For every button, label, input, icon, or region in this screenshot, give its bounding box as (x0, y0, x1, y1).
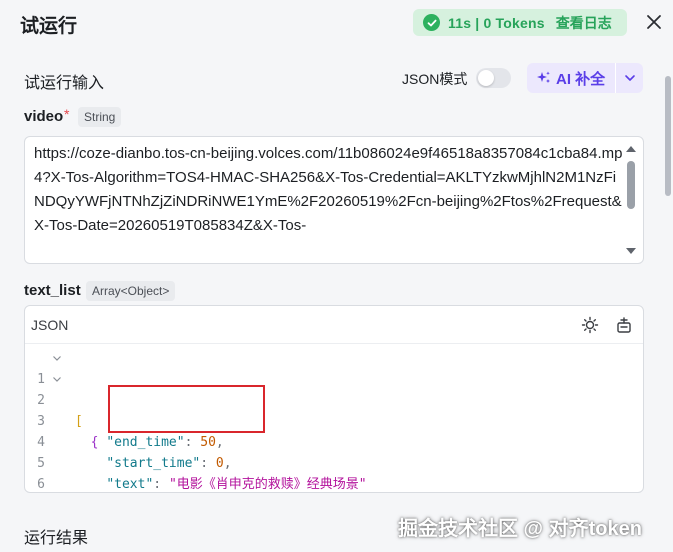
chevron-down-icon (624, 75, 635, 81)
run-stats: 11s | 0 Tokens (448, 14, 545, 31)
toggle-knob (478, 70, 494, 86)
ai-complete-button-group: AI 补全 (527, 63, 643, 93)
view-logs-link[interactable]: 查看日志 (556, 13, 612, 33)
editor-toolbar: JSON (25, 306, 643, 344)
close-icon[interactable] (644, 12, 664, 32)
result-section-title: 运行结果 (24, 530, 89, 547)
watermark: 掘金技术社区 @ 对齐token (398, 518, 642, 540)
editor-language: JSON (31, 317, 69, 333)
code-line: 6 } (25, 453, 643, 492)
fold-chevron-icon[interactable] (52, 348, 62, 369)
success-check-icon (423, 14, 440, 31)
fold-chevron-icon[interactable] (52, 369, 62, 390)
json-mode-toggle[interactable] (476, 68, 511, 88)
test-run-panel: 试运行 11s | 0 Tokens 查看日志 试运行输入 JSON模式 AI … (0, 0, 673, 552)
sparkle-icon (537, 71, 550, 83)
scroll-up-arrow[interactable] (626, 146, 636, 152)
textarea-scrollbar-thumb[interactable] (627, 161, 635, 209)
video-input[interactable]: https://coze-dianbo.tos-cn-beijing.volce… (24, 136, 644, 264)
ai-complete-label: AI 补全 (556, 70, 606, 88)
panel-scrollbar[interactable] (665, 76, 671, 196)
ai-options-dropdown[interactable] (616, 63, 643, 93)
code-line: 5 "text": "电影《肖申克的救赎》经典场景" (25, 432, 643, 492)
video-field-label: video (24, 108, 64, 125)
panel-header: 试运行 11s | 0 Tokens 查看日志 (0, 0, 673, 46)
scroll-down-arrow[interactable] (626, 248, 636, 254)
annotation-highlight-box (108, 385, 265, 433)
code-line: 1 [ (25, 348, 643, 429)
video-type-tag: String (78, 107, 122, 127)
required-mark: * (64, 106, 70, 122)
text-list-type-tag: Array<Object> (86, 281, 176, 301)
panel-title: 试运行 (20, 16, 78, 37)
text-list-field-label: text_list (24, 282, 81, 299)
video-url-value: https://coze-dianbo.tos-cn-beijing.volce… (34, 145, 623, 234)
format-icon[interactable] (615, 316, 633, 334)
code-line: 7 ] (25, 474, 643, 492)
json-mode-label: JSON模式 (402, 71, 468, 87)
run-status-badge: 11s | 0 Tokens 查看日志 (413, 9, 627, 36)
ai-complete-button[interactable]: AI 补全 (527, 63, 615, 93)
sun-icon[interactable] (581, 316, 599, 334)
input-section-title: 试运行输入 (24, 75, 105, 92)
